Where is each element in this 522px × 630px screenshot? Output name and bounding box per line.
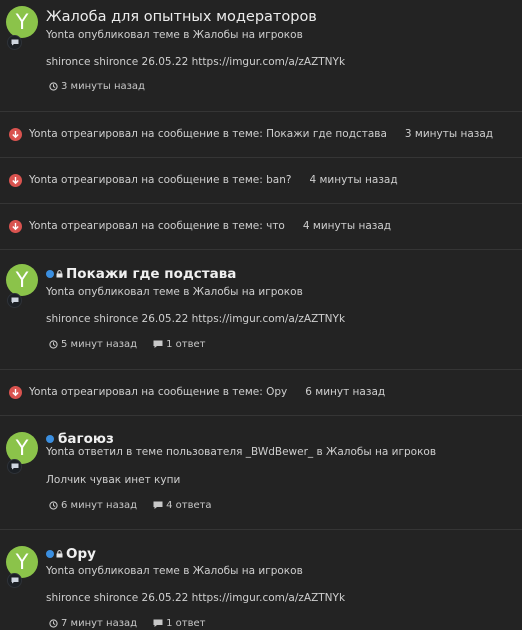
time-text[interactable]: 6 минут назад [61, 500, 137, 511]
thread-title[interactable]: багоюз [46, 431, 114, 447]
activity-meta[interactable]: Yonta опубликовал теме в Жалобы на игрок… [46, 29, 303, 41]
post-footer: 3 минуты назад [49, 81, 161, 92]
time-text[interactable]: 3 минуты назад [61, 81, 145, 92]
reaction-text[interactable]: Yonta отреагировал на сообщение в теме: … [29, 220, 391, 232]
thumbs-down-icon [9, 128, 22, 141]
clock-icon [49, 82, 58, 91]
reaction-time: 4 минуты назад [309, 174, 398, 186]
activity-meta[interactable]: Yonta опубликовал теме в Жалобы на игрок… [46, 286, 303, 298]
thumbs-down-icon [9, 386, 22, 399]
reaction-label[interactable]: Yonta отреагировал на сообщение в теме: … [29, 386, 287, 398]
chat-bubble-icon [7, 573, 22, 588]
reply-count-text[interactable]: 4 ответа [166, 500, 211, 511]
chat-bubble-icon [7, 293, 22, 308]
chat-bubble-icon [7, 459, 22, 474]
thread-title-text[interactable]: Ору [66, 546, 96, 562]
comment-icon [153, 340, 163, 348]
reaction-label[interactable]: Yonta отреагировал на сообщение в теме: … [29, 220, 285, 232]
activity-meta[interactable]: Yonta опубликовал теме в Жалобы на игрок… [46, 565, 303, 577]
avatar[interactable]: Y [6, 264, 38, 296]
reaction-time: 3 минуты назад [404, 128, 494, 140]
post-snippet: shironce shironce 26.05.22 https://imgur… [46, 56, 346, 68]
thread-title-text[interactable]: багоюз [58, 431, 114, 447]
reaction-time: 6 минут назад [305, 386, 386, 398]
thread-title[interactable]: Ору [46, 546, 96, 562]
reply-count[interactable]: 1 ответ [153, 339, 205, 350]
post-footer: 5 минут назад 1 ответ [49, 339, 221, 350]
post-footer: 6 минут назад 4 ответа [49, 500, 228, 511]
thread-title-text[interactable]: Жалоба для опытных модераторов [46, 9, 317, 25]
reaction-text[interactable]: Yonta отреагировал на сообщение в теме: … [29, 386, 385, 398]
chat-bubble-icon [7, 35, 22, 50]
reaction-text[interactable]: Yonta отреагировал на сообщение в теме: … [29, 174, 398, 186]
time-text[interactable]: 5 минут назад [61, 339, 137, 350]
post-snippet: Лолчик чувак инет купи [46, 474, 181, 486]
thumbs-down-icon [9, 174, 22, 187]
post-time[interactable]: 6 минут назад [49, 500, 137, 511]
thread-title[interactable]: Покажи где подстава [46, 266, 236, 282]
reply-count-text[interactable]: 1 ответ [166, 339, 205, 350]
thumbs-down-icon [9, 220, 22, 233]
post-time[interactable]: 5 минут назад [49, 339, 137, 350]
feed-item-reaction[interactable]: Yonta отреагировал на сообщение в теме: … [0, 204, 522, 250]
feed-item-post[interactable]: Y багоюз Yonta ответил в теме пользовате… [0, 416, 522, 530]
post-snippet: shironce shironce 26.05.22 https://imgur… [46, 592, 346, 604]
activity-meta[interactable]: Yonta ответил в теме пользователя _BWdBe… [46, 446, 436, 458]
unread-indicator [46, 550, 54, 558]
unread-indicator [46, 435, 54, 443]
thread-title[interactable]: Жалоба для опытных модераторов [46, 9, 317, 25]
feed-item-reaction[interactable]: Yonta отреагировал на сообщение в теме: … [0, 370, 522, 416]
time-text[interactable]: 7 минут назад [61, 618, 137, 629]
post-time[interactable]: 3 минуты назад [49, 81, 145, 92]
unread-indicator [46, 270, 54, 278]
reaction-label[interactable]: Yonta отреагировал на сообщение в теме: … [29, 128, 387, 140]
lock-icon [56, 270, 63, 278]
feed-item-reaction[interactable]: Yonta отреагировал на сообщение в теме: … [0, 112, 522, 158]
lock-icon [56, 550, 63, 558]
reaction-time: 4 минуты назад [302, 220, 392, 232]
post-snippet: shironce shironce 26.05.22 https://imgur… [46, 313, 346, 325]
feed-item-post[interactable]: Y Ору Yonta опубликовал теме в Жалобы на… [0, 530, 522, 630]
reaction-label[interactable]: Yonta отреагировал на сообщение в теме: … [29, 174, 291, 186]
comment-icon [153, 501, 163, 509]
reply-count-text[interactable]: 1 ответ [166, 618, 205, 629]
post-footer: 7 минут назад 1 ответ [49, 618, 221, 629]
post-time[interactable]: 7 минут назад [49, 618, 137, 629]
activity-feed: Y Жалоба для опытных модераторов Yonta о… [0, 0, 522, 630]
clock-icon [49, 501, 58, 510]
thread-title-text[interactable]: Покажи где подстава [66, 266, 236, 282]
feed-item-reaction[interactable]: Yonta отреагировал на сообщение в теме: … [0, 158, 522, 204]
avatar[interactable]: Y [6, 6, 38, 38]
clock-icon [49, 340, 58, 349]
reply-count[interactable]: 1 ответ [153, 618, 205, 629]
reply-count[interactable]: 4 ответа [153, 500, 212, 511]
feed-item-post[interactable]: Y Жалоба для опытных модераторов Yonta о… [0, 0, 522, 112]
reaction-text[interactable]: Yonta отреагировал на сообщение в теме: … [29, 128, 493, 140]
feed-item-post[interactable]: Y Покажи где подстава Yonta опубликовал … [0, 250, 522, 370]
